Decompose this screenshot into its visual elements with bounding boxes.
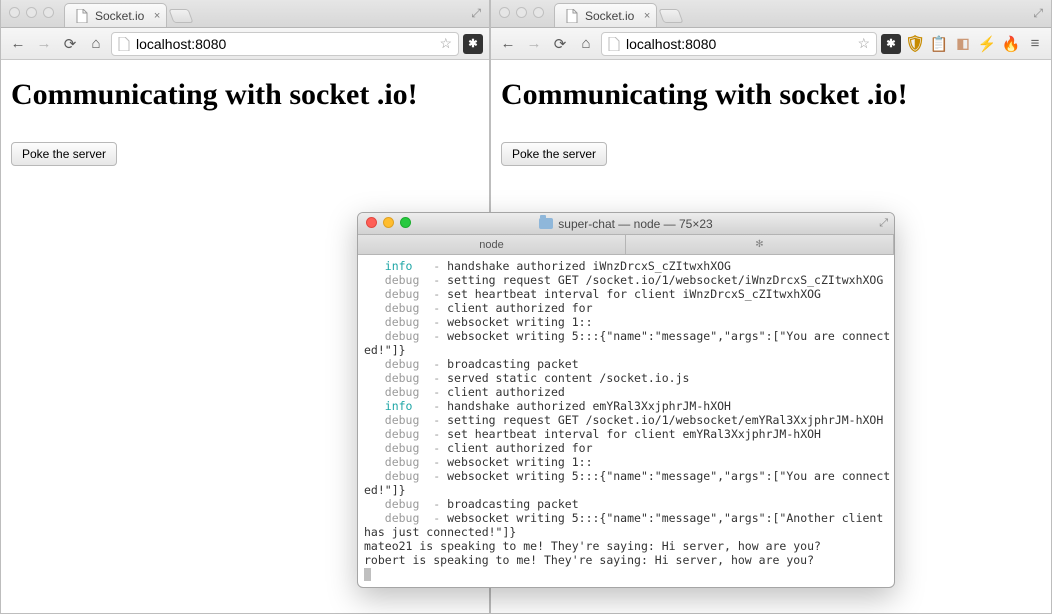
page-heading: Communicating with socket .io!	[11, 78, 479, 112]
fullscreen-icon[interactable]: ⤢	[471, 0, 489, 21]
zoom-window-icon[interactable]	[400, 217, 411, 228]
bookmark-star-icon[interactable]: ☆	[437, 35, 454, 52]
terminal-title: super-chat — node — 75×23	[358, 217, 894, 231]
fullscreen-icon[interactable]: ⤢	[1033, 0, 1051, 21]
bookmark-star-icon[interactable]: ☆	[855, 35, 872, 52]
terminal-output[interactable]: info - handshake authorized iWnzDrcxS_cZ…	[358, 255, 894, 587]
extension-icon[interactable]: ⚡	[977, 34, 997, 54]
poke-server-button[interactable]: Poke the server	[11, 142, 117, 166]
terminal-tab[interactable]: node	[358, 235, 626, 254]
extension-icon[interactable]: 🛡	[905, 34, 925, 54]
poke-server-button[interactable]: Poke the server	[501, 142, 607, 166]
tab-title: Socket.io	[585, 9, 634, 23]
page-icon	[606, 37, 622, 51]
page-icon	[116, 37, 132, 51]
new-tab-button[interactable]	[169, 9, 194, 23]
browser-tab[interactable]: Socket.io ×	[554, 3, 657, 27]
tab-title: Socket.io	[95, 9, 144, 23]
reload-button[interactable]: ⟳	[59, 33, 81, 55]
home-button[interactable]: ⌂	[575, 33, 597, 55]
new-tab-button[interactable]	[659, 9, 684, 23]
minimize-window-icon[interactable]	[26, 7, 37, 18]
traffic-lights	[358, 213, 419, 232]
close-window-icon[interactable]	[499, 7, 510, 18]
close-tab-icon[interactable]: ×	[644, 10, 650, 22]
traffic-lights	[491, 0, 552, 25]
toolbar: ← → ⟳ ⌂ ☆ ✱	[1, 28, 489, 60]
extension-icon[interactable]: ✱	[463, 34, 483, 54]
terminal-tabs: node	[358, 235, 894, 255]
url-input[interactable]	[622, 36, 855, 52]
page-heading: Communicating with socket .io!	[501, 78, 1041, 112]
url-input[interactable]	[132, 36, 437, 52]
extension-icon[interactable]: 🔥	[1001, 34, 1021, 54]
browser-tab[interactable]: Socket.io ×	[64, 3, 167, 27]
omnibox[interactable]: ☆	[111, 32, 459, 56]
close-tab-icon[interactable]: ×	[154, 10, 160, 22]
zoom-window-icon[interactable]	[43, 7, 54, 18]
back-button[interactable]: ←	[497, 33, 519, 55]
back-button[interactable]: ←	[7, 33, 29, 55]
forward-button[interactable]: →	[33, 33, 55, 55]
close-window-icon[interactable]	[9, 7, 20, 18]
extension-icon[interactable]: ◧	[953, 34, 973, 54]
toolbar: ← → ⟳ ⌂ ☆ ✱ 🛡 📋 ◧ ⚡ 🔥 ≡	[491, 28, 1051, 60]
page-favicon-icon	[565, 9, 579, 23]
home-button[interactable]: ⌂	[85, 33, 107, 55]
extension-icon[interactable]: ✱	[881, 34, 901, 54]
omnibox[interactable]: ☆	[601, 32, 877, 56]
extension-icon[interactable]: 📋	[929, 34, 949, 54]
reload-button[interactable]: ⟳	[549, 33, 571, 55]
fullscreen-icon[interactable]: ⤢	[879, 217, 888, 230]
minimize-window-icon[interactable]	[516, 7, 527, 18]
terminal-titlebar[interactable]: super-chat — node — 75×23 ⤢	[358, 213, 894, 235]
tabstrip: Socket.io × ⤢	[491, 0, 1051, 28]
close-window-icon[interactable]	[366, 217, 377, 228]
folder-icon	[539, 218, 553, 229]
traffic-lights	[1, 0, 62, 25]
minimize-window-icon[interactable]	[383, 217, 394, 228]
terminal-window: super-chat — node — 75×23 ⤢ node info - …	[357, 212, 895, 588]
tabstrip: Socket.io × ⤢	[1, 0, 489, 28]
zoom-window-icon[interactable]	[533, 7, 544, 18]
forward-button[interactable]: →	[523, 33, 545, 55]
terminal-tab-spinner[interactable]	[626, 235, 894, 254]
chrome-menu-icon[interactable]: ≡	[1025, 35, 1045, 52]
page-favicon-icon	[75, 9, 89, 23]
